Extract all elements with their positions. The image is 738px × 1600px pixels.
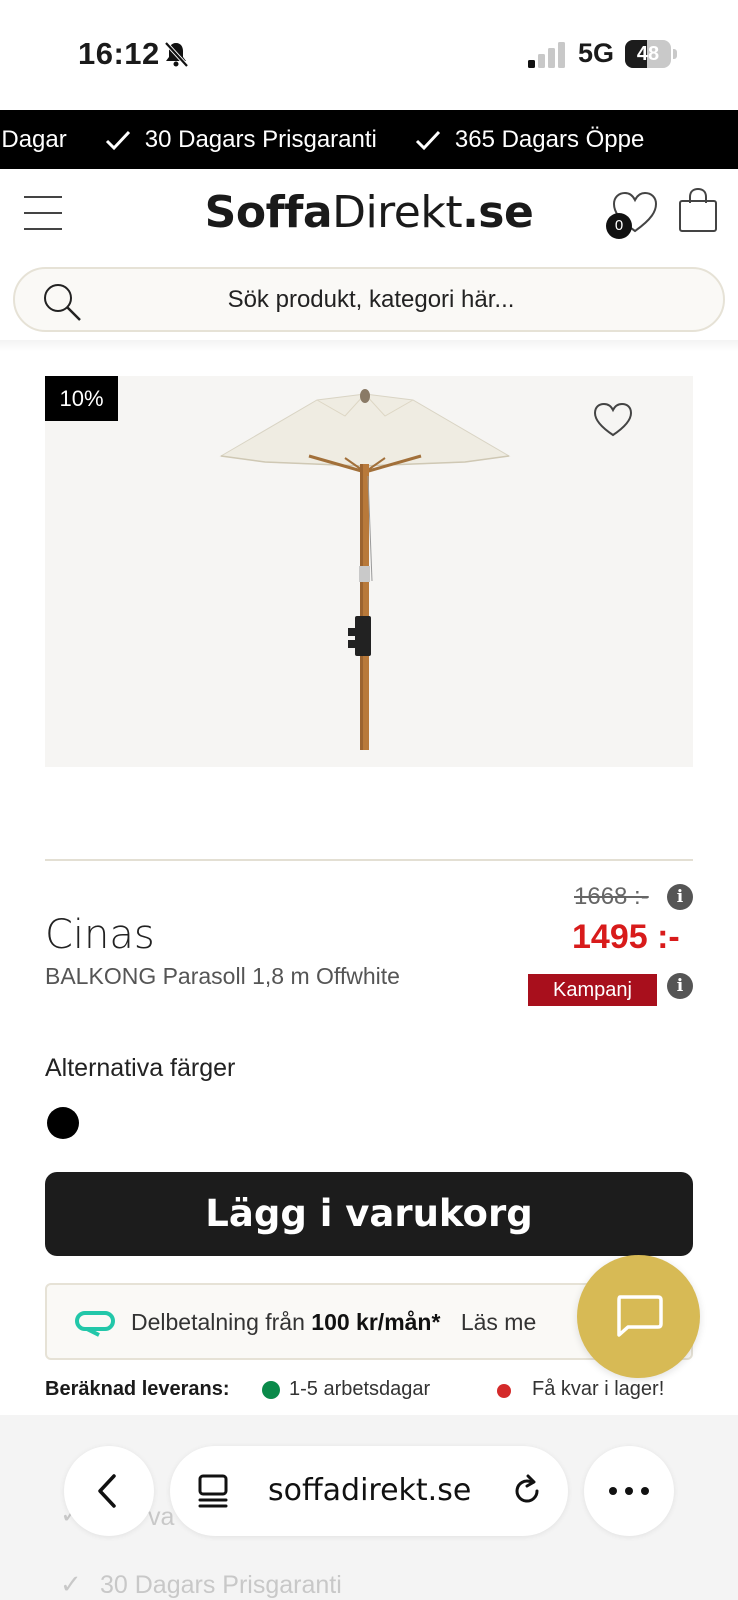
usp-text: 365 Dagars Öppe xyxy=(454,125,645,153)
usp-item: 30 Dagars Prisgaranti xyxy=(105,126,377,154)
current-price: 1495 :- xyxy=(572,918,680,956)
installment-provider-icon xyxy=(75,1311,115,1337)
status-bar: 16:12 5G 48 xyxy=(0,0,738,110)
battery-icon: 48 xyxy=(625,40,677,68)
delivery-info: Beräknad leverans: 1-5 arbetsdagar Få kv… xyxy=(45,1378,693,1408)
product-subtitle: BALKONG Parasoll 1,8 m Offwhite xyxy=(45,963,400,989)
installment-prefix: Delbetalning från xyxy=(131,1309,305,1335)
url-text: soffadirekt.se xyxy=(268,1473,472,1508)
ghost-check-icon: ✓ xyxy=(60,1569,82,1599)
page-menu-icon[interactable] xyxy=(198,1474,230,1508)
more-dots-icon xyxy=(609,1487,649,1495)
discount-badge: 10% xyxy=(45,376,118,421)
usp-bar: a 30 Dagar 30 Dagars Prisgaranti 365 Dag… xyxy=(0,110,738,169)
chevron-left-icon xyxy=(98,1474,116,1508)
ghost-text-1: va xyxy=(148,1503,175,1531)
signal-icon xyxy=(528,42,565,68)
browser-more-button[interactable] xyxy=(584,1446,674,1536)
search-input[interactable]: Sök produkt, kategori här... xyxy=(13,267,725,332)
stock-status: Få kvar i lager! xyxy=(532,1378,665,1400)
chat-icon xyxy=(617,1295,663,1337)
shopping-bag-icon[interactable] xyxy=(678,187,718,233)
delivery-label: Beräknad leverans: xyxy=(45,1378,230,1400)
old-price: 1668 :- xyxy=(574,883,649,910)
usp-text: 30 Dagars Prisgaranti xyxy=(144,125,377,153)
chat-button[interactable] xyxy=(577,1255,700,1378)
campaign-info-icon[interactable]: i xyxy=(667,973,693,999)
logo-suffix: .se xyxy=(462,187,534,238)
logo-bold: Soffa xyxy=(204,187,333,238)
usp-item: a 30 Dagar xyxy=(0,126,67,154)
logo-light: Direkt xyxy=(332,187,463,238)
usp-item: 365 Dagars Öppe xyxy=(415,126,644,154)
browser-back-button[interactable] xyxy=(64,1446,154,1536)
wishlist-count: 0 xyxy=(606,213,632,239)
delivery-status-dot xyxy=(262,1381,280,1399)
address-bar[interactable]: soffadirekt.se xyxy=(170,1446,568,1536)
reload-icon[interactable] xyxy=(510,1474,544,1508)
delivery-time: 1-5 arbetsdagar xyxy=(289,1378,431,1400)
divider xyxy=(45,859,693,861)
site-header: SoffaDirekt.se 0 xyxy=(0,169,738,259)
color-swatch-black[interactable] xyxy=(47,1107,79,1139)
status-time: 16:12 xyxy=(78,36,160,71)
campaign-badge: Kampanj xyxy=(528,974,657,1006)
battery-level: 48 xyxy=(636,43,660,65)
stock-status-dot xyxy=(497,1384,511,1398)
ghost-text-2: 30 Dagars Prisgaranti xyxy=(100,1571,342,1599)
usp-text: a 30 Dagar xyxy=(0,125,67,153)
installment-amount: 100 kr/mån* xyxy=(311,1309,441,1335)
add-to-cart-button[interactable]: Lägg i varukorg xyxy=(45,1172,693,1256)
favorite-heart-icon[interactable] xyxy=(593,402,633,438)
bell-muted-icon xyxy=(164,41,189,68)
check-icon xyxy=(415,130,440,150)
price-info-icon[interactable]: i xyxy=(667,884,693,910)
search-placeholder: Sök produkt, kategori här... xyxy=(227,286,515,313)
header-shadow xyxy=(0,340,738,352)
alt-colors-title: Alternativa färger xyxy=(45,1054,236,1082)
product-brand: Cinas xyxy=(45,912,155,958)
installment-text: Delbetalning från 100 kr/mån* Läs me xyxy=(131,1309,536,1336)
read-more-link[interactable]: Läs me xyxy=(461,1309,536,1335)
check-icon xyxy=(105,130,130,150)
wishlist-button[interactable]: 0 xyxy=(606,191,658,239)
network-label: 5G xyxy=(578,38,615,68)
